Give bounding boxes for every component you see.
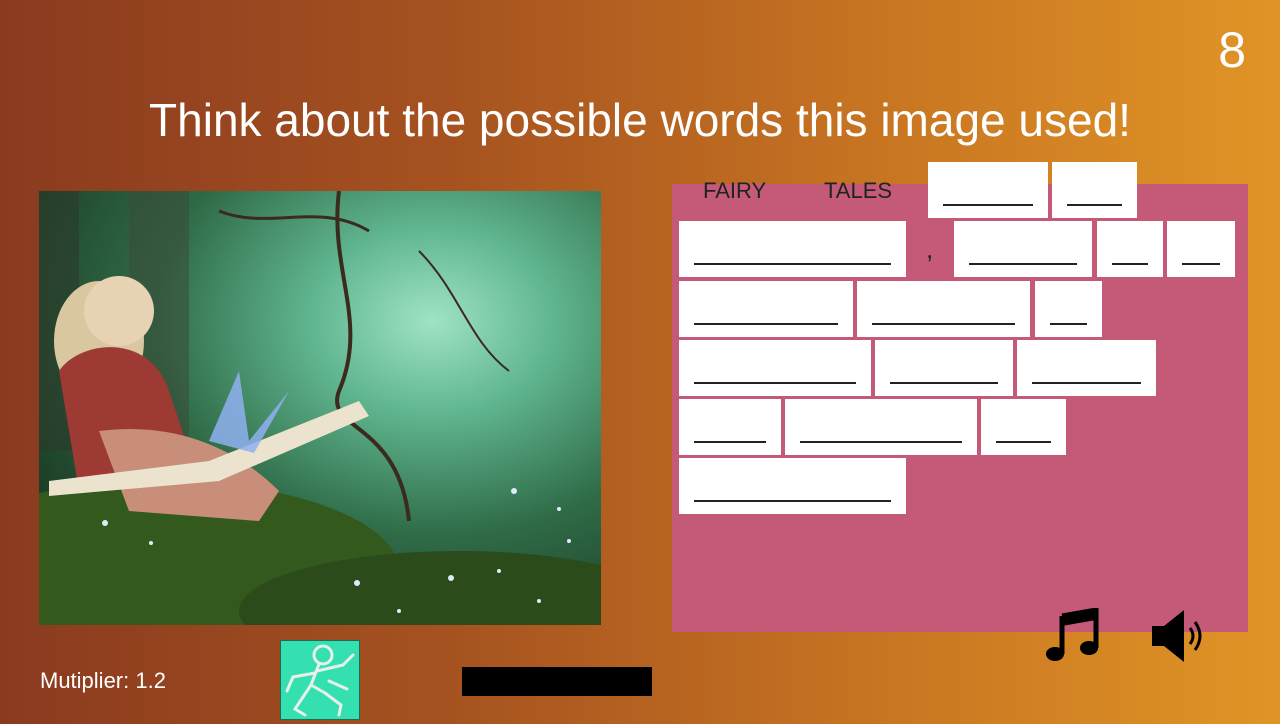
answer-slot[interactable] xyxy=(857,281,1030,337)
puzzle-image xyxy=(39,191,601,625)
countdown-timer: 8 xyxy=(1218,22,1246,78)
revealed-word: TALES xyxy=(824,178,893,203)
answer-slot[interactable] xyxy=(1017,340,1156,396)
answer-slot[interactable] xyxy=(875,340,1013,396)
answer-slot[interactable] xyxy=(981,399,1066,455)
revealed-word: FAIRY xyxy=(703,178,767,203)
prompt-heading: Think about the possible words this imag… xyxy=(149,94,1131,146)
answer-slot[interactable] xyxy=(1167,221,1235,277)
music-toggle-button[interactable] xyxy=(1044,607,1100,664)
answer-slot[interactable] xyxy=(679,221,906,277)
hint-card[interactable] xyxy=(280,640,360,720)
answer-slot[interactable] xyxy=(679,340,871,396)
answer-slot[interactable] xyxy=(785,399,977,455)
answer-slot[interactable] xyxy=(679,281,853,337)
punctuation-comma: , xyxy=(926,234,934,264)
score-multiplier: Mutiplier: 1.2 xyxy=(40,668,166,693)
music-note-icon xyxy=(1046,607,1099,661)
progress-bar xyxy=(462,667,652,696)
answer-board: FAIRY TALES , xyxy=(672,162,1248,632)
answer-slot[interactable] xyxy=(1035,281,1102,337)
answer-slot[interactable] xyxy=(679,458,906,514)
answer-slot[interactable] xyxy=(1097,221,1163,277)
answer-slot[interactable] xyxy=(1052,162,1137,218)
speaker-icon xyxy=(1152,610,1202,662)
answer-slot[interactable] xyxy=(679,399,781,455)
answer-slot[interactable] xyxy=(928,162,1048,218)
sound-toggle-button[interactable] xyxy=(1150,606,1208,666)
answer-slot[interactable] xyxy=(954,221,1092,277)
dancer-sketch-icon xyxy=(285,644,355,717)
